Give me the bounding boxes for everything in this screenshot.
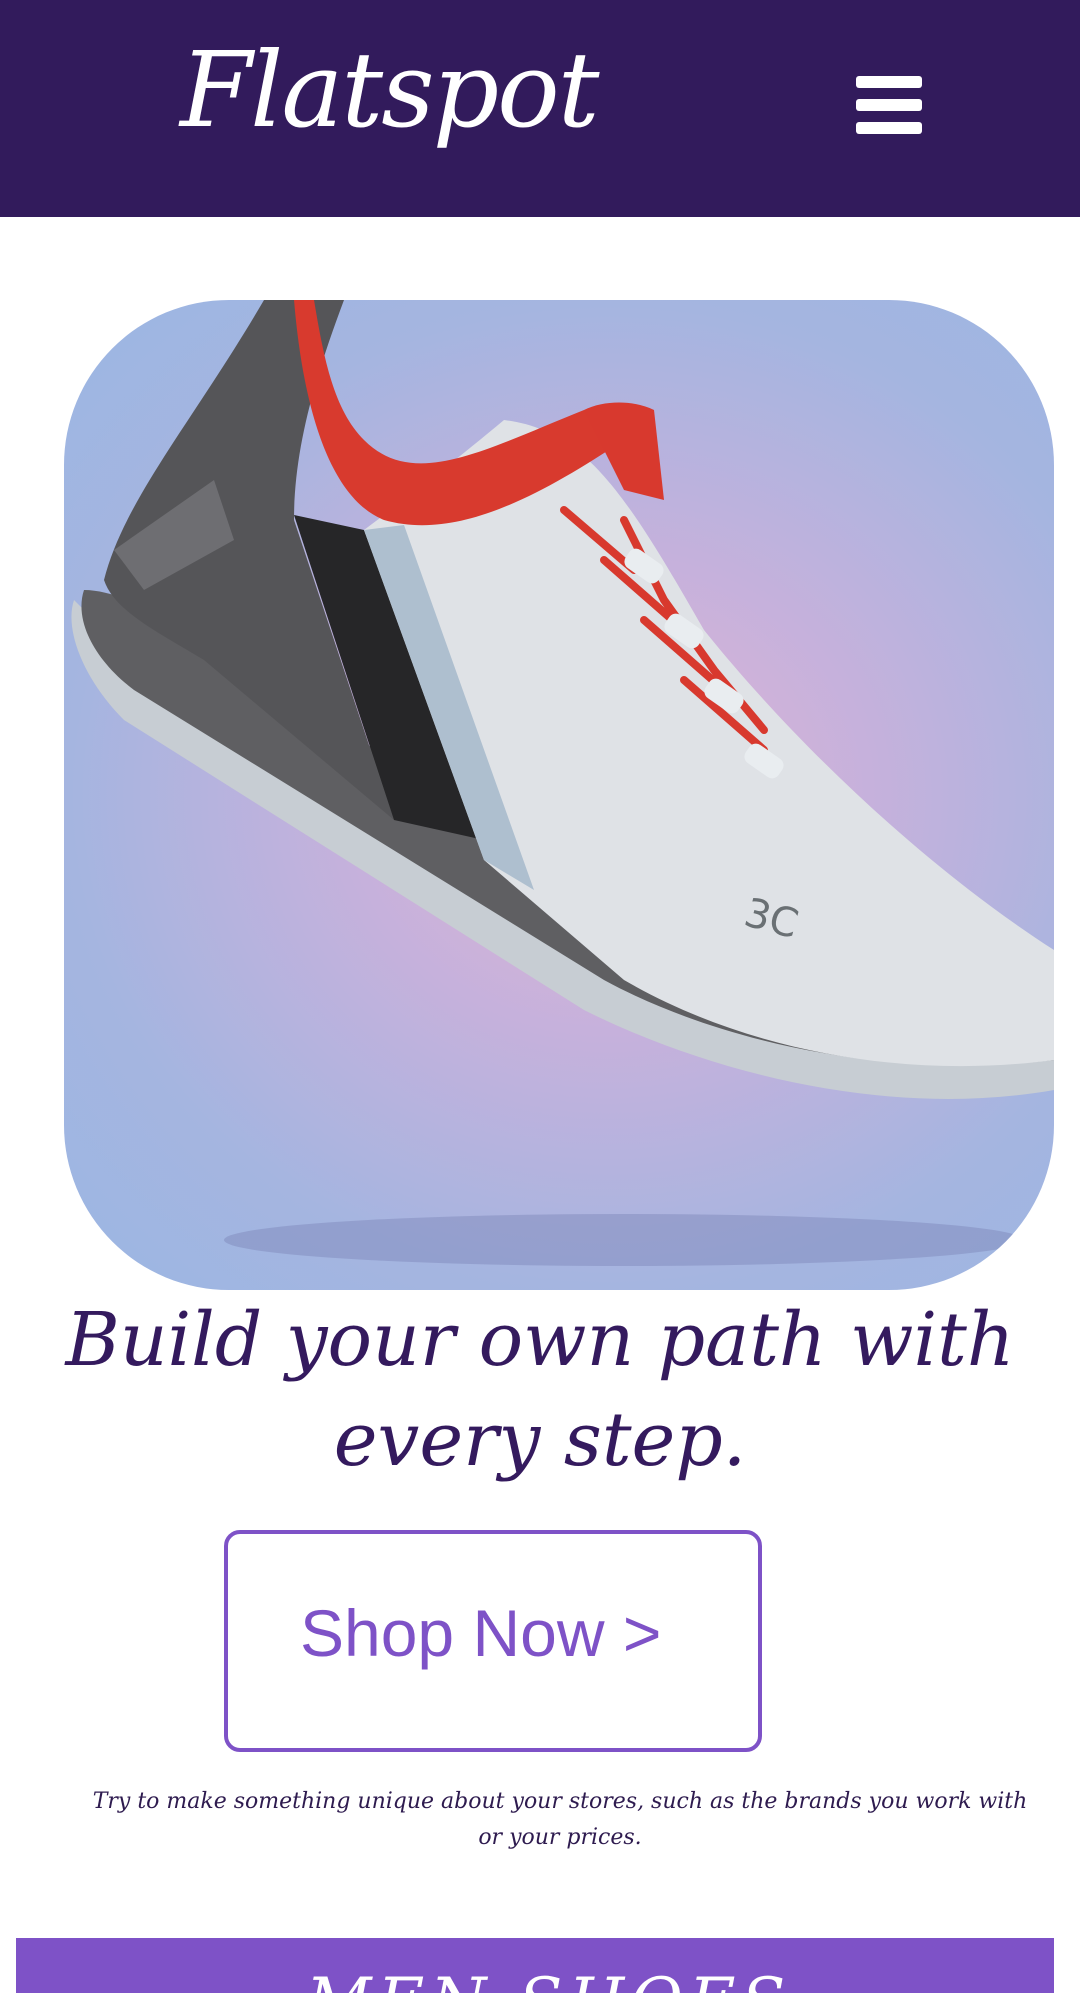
category-banner[interactable]: MEN SHOES [16, 1938, 1054, 1993]
store-tagline: Try to make something unique about your … [92, 1789, 1028, 1850]
site-logo[interactable]: Flatspot [180, 38, 600, 142]
shop-now-button[interactable]: Shop Now > [224, 1530, 762, 1752]
menu-bar-middle [856, 99, 922, 111]
hero-image: 3C [64, 300, 1054, 1290]
hero-headline: Build your own path with every step. [65, 1297, 1015, 1483]
shop-now-label: Shop Now > [300, 1596, 662, 1670]
category-banner-text: MEN SHOES [306, 1970, 791, 1993]
menu-bar-top [856, 76, 922, 88]
sneaker-product-image: 3C [71, 300, 1054, 1266]
menu-bar-bottom [856, 122, 922, 134]
hamburger-menu-icon[interactable] [850, 72, 928, 138]
site-header: Flatspot [0, 0, 1080, 217]
